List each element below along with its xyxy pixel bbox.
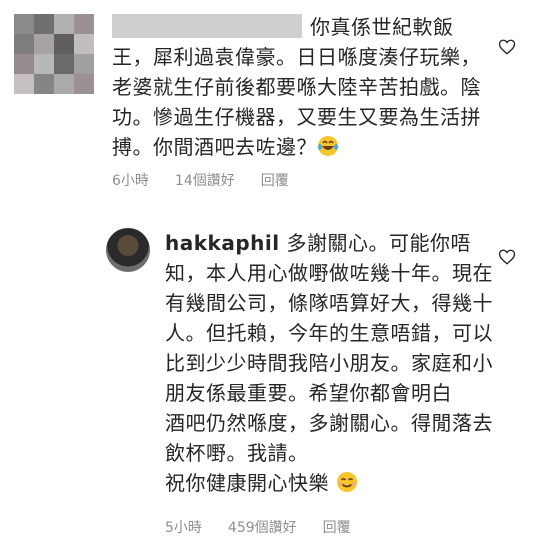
laughing-tears-emoji-icon [318,136,338,156]
like-heart-icon[interactable] [498,248,516,266]
smiling-face-emoji-icon [336,472,357,492]
reply-button[interactable]: 回覆 [323,517,351,537]
likes-count[interactable]: 14個讚好 [175,170,235,190]
reply-comment-text: hakkaphil 多謝關心。可能你唔知，本人用心做嘢做咗幾十年。現在有幾間公司… [165,228,495,498]
comment-meta: 5小時 459個讚好 回覆 [165,517,377,537]
avatar[interactable] [106,228,150,272]
comment-body: 多謝關心。可能你唔知，本人用心做嘢做咗幾十年。現在有幾間公司，條隊唔算好大，得幾… [165,231,493,495]
timestamp: 6小時 [112,173,149,189]
timestamp: 5小時 [165,520,202,536]
like-heart-icon[interactable] [498,38,516,56]
likes-count[interactable]: 459個讚好 [228,517,297,537]
comment-body: 你真係世紀軟飯王，犀利過袁偉豪。日日喺度湊仔玩樂，老婆就生仔前後都要喺大陸辛苦拍… [112,15,481,159]
username-link[interactable]: hakkaphil [165,231,280,255]
avatar-blurred[interactable] [14,14,94,94]
comment-text: 你真係世紀軟飯王，犀利過袁偉豪。日日喺度湊仔玩樂，老婆就生仔前後都要喺大陸辛苦拍… [112,12,492,162]
reply-button[interactable]: 回覆 [261,170,289,190]
comment-meta: 6小時 14個讚好 回覆 [112,170,315,190]
